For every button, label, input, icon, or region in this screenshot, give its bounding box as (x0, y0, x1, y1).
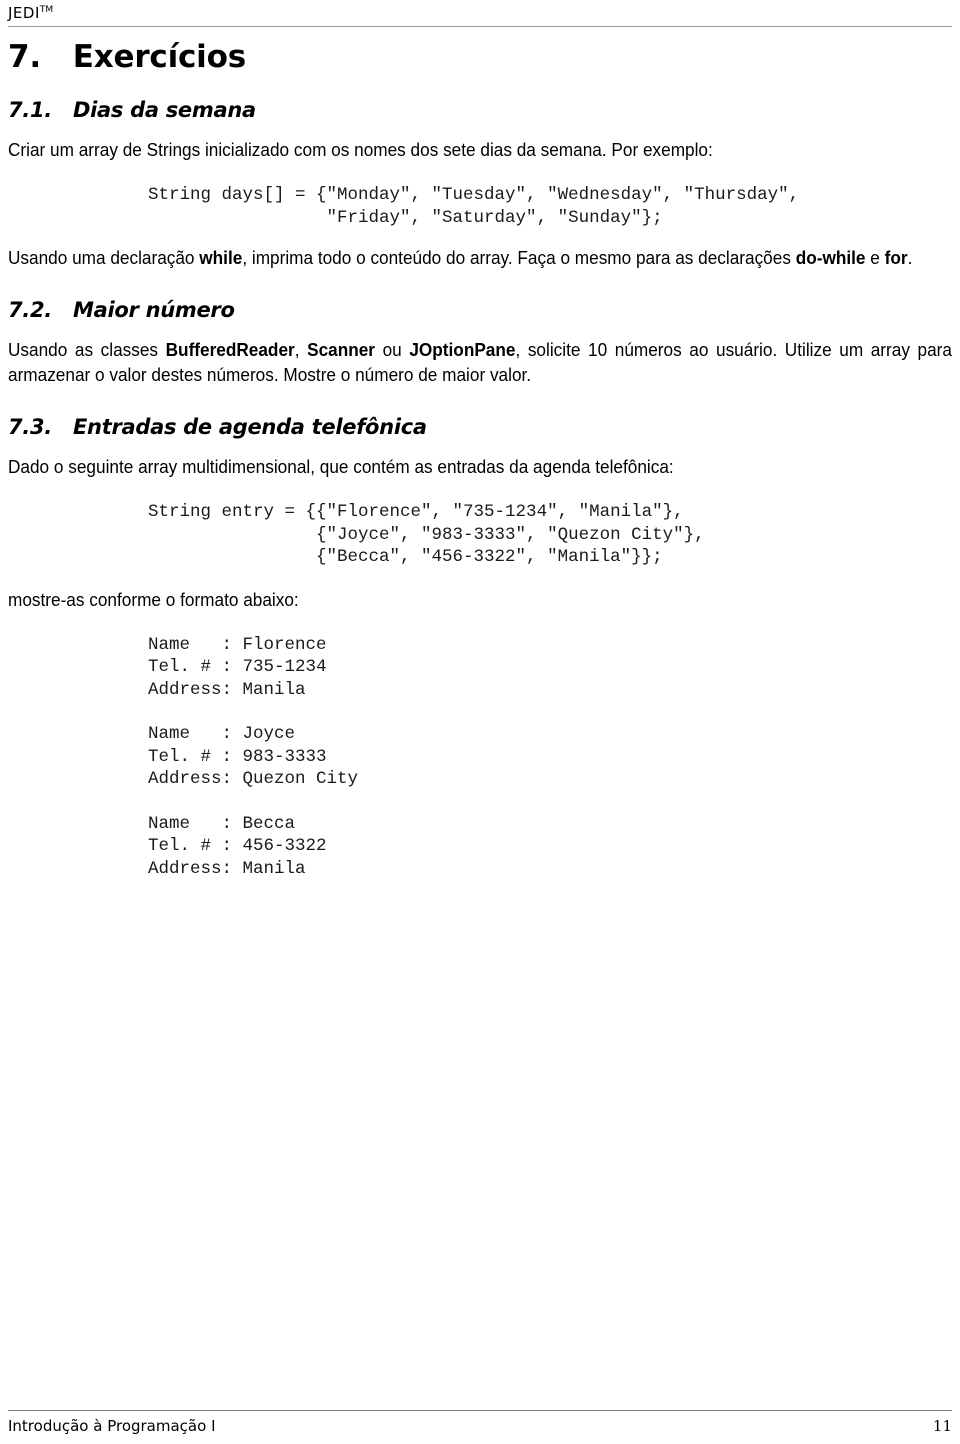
output-block-wrapper: Name : Florence Tel. # : 735-1234 Addres… (8, 634, 952, 881)
section-7-1-intro: Criar um array de Strings inicializado c… (8, 139, 713, 160)
brand-jedi: JEDITM (8, 0, 952, 23)
header-divider (8, 26, 952, 27)
text-fragment: , (294, 339, 308, 360)
keyword-do-while: do-while (795, 247, 866, 268)
section-7-3-intro: Dado o seguinte array multidimensional, … (8, 456, 674, 477)
page-footer: Introdução à Programação I 11 (8, 1410, 952, 1436)
footer-title: Introdução à Programação I (8, 1417, 216, 1435)
chapter-heading: 7. Exercícios (8, 39, 246, 75)
text-fragment: Usando uma declaração (8, 247, 200, 268)
document-page: JEDITM 7. Exercícios 7.1. Dias da semana… (0, 0, 960, 1444)
trademark-symbol: TM (39, 5, 54, 15)
text-fragment: . (907, 247, 913, 268)
keyword-while: while (199, 247, 243, 268)
class-bufferedreader: BufferedReader (165, 339, 295, 360)
section-heading-7-3: 7.3. Entradas de agenda telefônica (8, 415, 427, 439)
footer-divider (8, 1410, 952, 1411)
text-fragment: e (865, 247, 885, 268)
brand-name: JEDI (8, 4, 40, 22)
output-block-joyce: Name : Joyce Tel. # : 983-3333 Address: … (148, 724, 359, 789)
footer-page-number: 11 (932, 1417, 952, 1435)
class-scanner: Scanner (307, 339, 376, 360)
keyword-for: for (884, 247, 908, 268)
text-fragment: Usando as classes (8, 339, 166, 360)
section-7-2-body: Usando as classes BufferedReader, Scanne… (8, 337, 952, 387)
page-header: JEDITM (8, 0, 952, 35)
code-block-entry: String entry = {{"Florence", "735-1234",… (148, 502, 705, 567)
class-joptionpane: JOptionPane (409, 339, 516, 360)
code-block-days: String days[] = {"Monday", "Tuesday", "W… (148, 185, 800, 228)
code-block-wrapper-days: String days[] = {"Monday", "Tuesday", "W… (8, 184, 952, 229)
page-content: 7. Exercícios 7.1. Dias da semana Criar … (8, 38, 952, 880)
code-block-wrapper-entry: String entry = {{"Florence", "735-1234",… (8, 501, 952, 569)
section-heading-7-2: 7.2. Maior número (8, 298, 235, 322)
section-7-1-instructions: Usando uma declaração while, imprima tod… (8, 245, 952, 270)
text-fragment: , imprima todo o conteúdo do array. Faça… (242, 247, 796, 268)
output-block-becca: Name : Becca Tel. # : 456-3322 Address: … (148, 813, 327, 879)
output-block-florence: Name : Florence Tel. # : 735-1234 Addres… (148, 634, 327, 700)
section-heading-7-1: 7.1. Dias da semana (8, 98, 256, 122)
footer-row: Introdução à Programação I 11 (8, 1416, 952, 1436)
text-fragment: ou (375, 339, 410, 360)
section-7-3-outro: mostre-as conforme o formato abaixo: (8, 588, 299, 610)
